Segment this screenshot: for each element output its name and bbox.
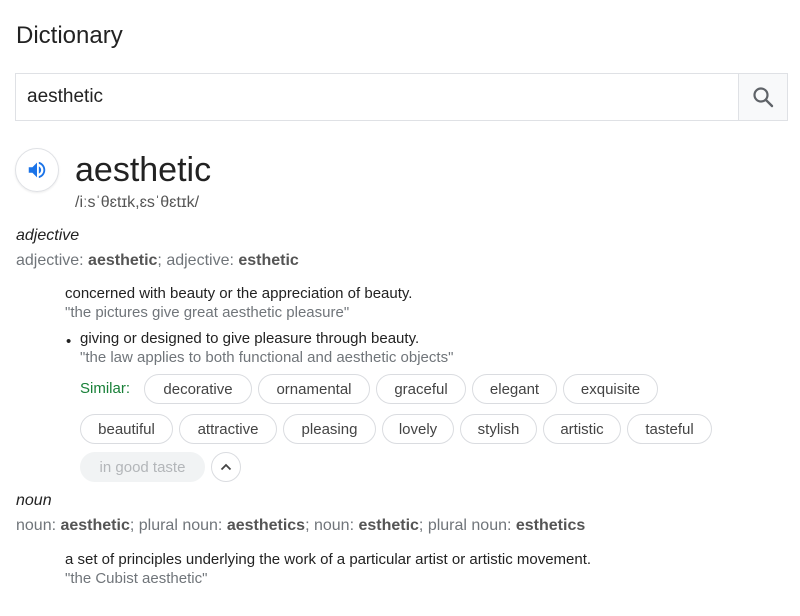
similar-chip[interactable]: graceful xyxy=(376,374,466,404)
similar-chip[interactable]: beautiful xyxy=(80,414,173,444)
similar-chip[interactable]: exquisite xyxy=(563,374,658,404)
pos-noun: noun xyxy=(16,492,52,509)
speaker-icon xyxy=(28,161,46,179)
adjective-forms: adjective: aesthetic; adjective: estheti… xyxy=(16,252,299,269)
similar-chip[interactable]: decorative xyxy=(144,374,252,404)
adjective-definition-2: giving or designed to give pleasure thro… xyxy=(80,330,420,347)
similar-chip[interactable]: artistic xyxy=(543,414,621,444)
similar-chip[interactable]: ornamental xyxy=(258,374,370,404)
chevron-up-icon xyxy=(220,463,232,471)
search-input[interactable] xyxy=(16,74,738,120)
similar-chip[interactable]: elegant xyxy=(472,374,557,404)
phonetic: /iːsˈθɛtɪk,ɛsˈθɛtɪk/ xyxy=(75,194,200,211)
pronounce-button[interactable] xyxy=(15,148,59,192)
adjective-example-1: "the pictures give great aesthetic pleas… xyxy=(65,304,350,321)
similar-label: Similar: xyxy=(80,380,131,397)
adjective-example-2: "the law applies to both functional and … xyxy=(80,349,454,366)
headword: aesthetic xyxy=(75,151,212,189)
adjective-definition-1: concerned with beauty or the appreciatio… xyxy=(65,285,413,302)
search-icon xyxy=(753,87,774,108)
page-title: Dictionary xyxy=(16,22,123,49)
search-box xyxy=(15,73,788,121)
similar-chip[interactable]: stylish xyxy=(460,414,537,444)
similar-chip[interactable]: attractive xyxy=(179,414,277,444)
pos-adjective: adjective xyxy=(16,227,80,244)
similar-chip[interactable]: in good taste xyxy=(80,452,205,482)
search-button[interactable] xyxy=(738,74,787,120)
similar-chip[interactable]: pleasing xyxy=(283,414,376,444)
expand-similar-button[interactable] xyxy=(211,452,241,482)
similar-chip[interactable]: lovely xyxy=(382,414,454,444)
similar-chip[interactable]: tasteful xyxy=(627,414,712,444)
bullet: • xyxy=(66,333,72,350)
noun-definition-1: a set of principles underlying the work … xyxy=(65,551,592,568)
noun-forms: noun: aesthetic; plural noun: aesthetics… xyxy=(16,517,586,534)
noun-example-1: "the Cubist aesthetic" xyxy=(65,570,208,587)
